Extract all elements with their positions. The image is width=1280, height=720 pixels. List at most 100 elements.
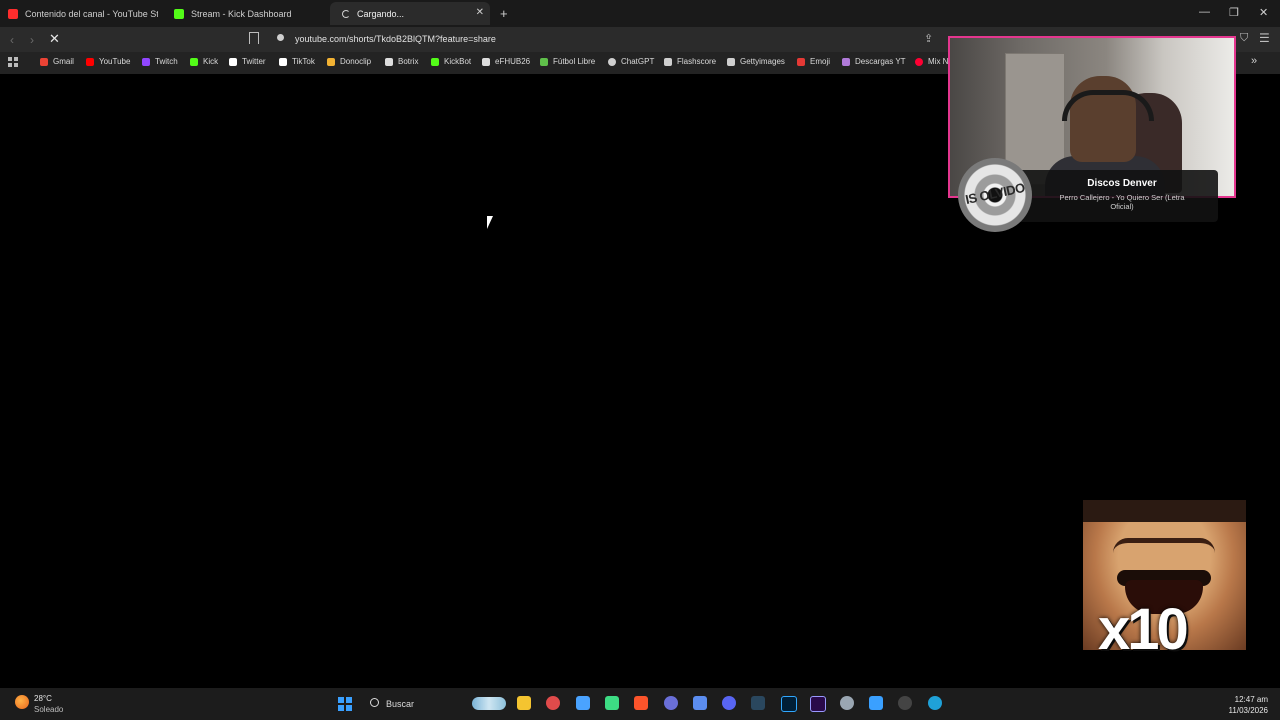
efhub-icon: [482, 57, 490, 66]
forward-icon[interactable]: ›: [30, 33, 34, 47]
bookmark-descargas-yt[interactable]: Descargas YT: [842, 57, 906, 66]
site-info-icon[interactable]: [277, 34, 284, 41]
bookmark-label: Twitch: [155, 57, 178, 66]
cleaner-icon[interactable]: [546, 696, 560, 710]
donoclip-icon: [327, 57, 335, 66]
bookmark-twitch[interactable]: Twitch: [142, 57, 178, 66]
search-highlight-art[interactable]: [472, 697, 506, 710]
tab-title: Stream - Kick Dashboard: [191, 8, 292, 19]
tab-title: Cargando...: [357, 8, 405, 19]
bookmark-kick[interactable]: Kick: [190, 57, 218, 66]
bookmark-efhub[interactable]: eFHUB26: [482, 57, 530, 66]
gettyimages-icon: [727, 57, 735, 66]
taskbar-search[interactable]: Buscar: [386, 699, 414, 709]
weather-sun-icon[interactable]: [15, 695, 29, 709]
new-tab-button[interactable]: +: [500, 6, 508, 21]
bookmark-gettyimages[interactable]: Gettyimages: [727, 57, 785, 66]
bookmark-chatgpt[interactable]: ChatGPT: [608, 57, 654, 66]
kick-icon: [190, 57, 198, 66]
bookmark-label: Fútbol Libre: [553, 57, 596, 66]
address-bar[interactable]: youtube.com/shorts/TkdoB2BlQTM?feature=s…: [295, 34, 496, 44]
mix-icon: [915, 57, 923, 66]
tab-loading[interactable]: Cargando... ✕: [330, 2, 490, 25]
bookmark-kickbot[interactable]: KickBot: [431, 57, 471, 66]
weather-temperature[interactable]: 28°C: [34, 694, 52, 703]
tiktok-icon: [279, 57, 287, 66]
bookmark-label: Botrix: [398, 57, 419, 66]
system-clock[interactable]: 12:47 am 11/03/2026: [1218, 694, 1268, 716]
bookmark-mix[interactable]: Mix N: [915, 57, 948, 66]
bookmarks-overflow-icon[interactable]: »: [1251, 55, 1257, 67]
back-icon[interactable]: ‹: [10, 33, 14, 47]
stop-loading-icon[interactable]: ✕: [49, 31, 60, 47]
bookmark-emoji[interactable]: Emoji: [797, 57, 830, 66]
app-icon-3[interactable]: [576, 696, 590, 710]
x-twitter-icon: [229, 57, 237, 66]
share-icon[interactable]: ⇪: [924, 32, 933, 45]
kick-favicon-icon: [174, 8, 184, 19]
settings-icon[interactable]: [840, 696, 854, 710]
clock-date: 11/03/2026: [1228, 706, 1268, 715]
bookmark-label: eFHUB26: [495, 57, 531, 66]
menu-icon[interactable]: ☰: [1259, 31, 1270, 45]
bookmark-botrix[interactable]: Botrix: [385, 57, 418, 66]
vinyl-label-text: IS OLVIDO: [963, 179, 1027, 208]
now-playing-title: Discos Denver: [1087, 178, 1157, 189]
bookmark-label: Descargas YT: [855, 57, 906, 66]
tab-kick-dashboard[interactable]: Stream - Kick Dashboard: [174, 2, 324, 25]
windows-start-icon[interactable]: [338, 697, 352, 711]
file-explorer-icon[interactable]: [517, 696, 531, 710]
vinyl-record-icon: IS OLVIDO: [958, 158, 1032, 232]
bookmark-futbol-libre[interactable]: Fútbol Libre: [540, 57, 595, 66]
youtube-studio-favicon-icon: [8, 8, 18, 19]
bookmark-label: Flashscore: [677, 57, 717, 66]
steam-icon[interactable]: [751, 696, 765, 710]
twitch-icon: [142, 57, 150, 66]
bookmark-label: Emoji: [810, 57, 831, 66]
bookmark-label: Donoclip: [340, 57, 372, 66]
close-tab-icon[interactable]: ✕: [476, 7, 484, 18]
close-window-icon[interactable]: ✕: [1259, 6, 1268, 19]
meme-hair: [1083, 500, 1246, 522]
descargas-yt-icon: [842, 57, 850, 66]
calculator-icon[interactable]: [693, 696, 707, 710]
bookmark-label: Gettyimages: [740, 57, 785, 66]
bookmark-label: Kick: [203, 57, 219, 66]
bookmark-youtube[interactable]: YouTube: [86, 57, 130, 66]
bookmark-tiktok[interactable]: TikTok: [279, 57, 315, 66]
botrix-icon: [385, 57, 393, 66]
media-player-icon[interactable]: [898, 696, 912, 710]
bookmark-icon[interactable]: [249, 32, 259, 44]
gmail-icon: [40, 57, 48, 66]
premiere-icon[interactable]: [810, 696, 826, 712]
app-icon-6[interactable]: [664, 696, 678, 710]
minimize-icon[interactable]: —: [1199, 6, 1210, 18]
search-icon[interactable]: [370, 698, 379, 707]
now-playing-song: Perro Callejero - Yo Quiero Ser (Letra O…: [1059, 193, 1185, 211]
bookmark-label: YouTube: [99, 57, 131, 66]
clock-time: 12:47 am: [1234, 695, 1268, 704]
weather-condition[interactable]: Soleado: [34, 705, 63, 714]
photoshop-icon[interactable]: [781, 696, 797, 712]
emoji-icon: [797, 57, 805, 66]
tab-title: Contenido del canal - YouTube Studio: [25, 8, 158, 19]
bookmark-gmail[interactable]: Gmail: [40, 57, 74, 66]
kickbot-icon: [431, 57, 439, 66]
bookmark-label: TikTok: [292, 57, 315, 66]
bookmark-twitter[interactable]: Twitter: [229, 57, 266, 66]
headset: [1062, 90, 1154, 121]
edge-icon[interactable]: [928, 696, 942, 710]
brave-shield-icon[interactable]: ⛉: [1240, 32, 1248, 45]
bookmark-flashscore[interactable]: Flashscore: [664, 57, 716, 66]
notepad-icon[interactable]: [869, 696, 883, 710]
tab-youtube-studio[interactable]: Contenido del canal - YouTube Studio: [8, 2, 158, 25]
app-icon-4[interactable]: [605, 696, 619, 710]
bookmark-label: Gmail: [53, 57, 74, 66]
discord-icon[interactable]: [722, 696, 736, 710]
chatgpt-icon: [608, 57, 616, 66]
bookmark-donoclip[interactable]: Donoclip: [327, 57, 371, 66]
flashscore-icon: [664, 57, 672, 66]
brave-icon[interactable]: [634, 696, 648, 710]
apps-grid-icon[interactable]: [8, 57, 18, 67]
restore-icon[interactable]: ❐: [1229, 6, 1239, 19]
